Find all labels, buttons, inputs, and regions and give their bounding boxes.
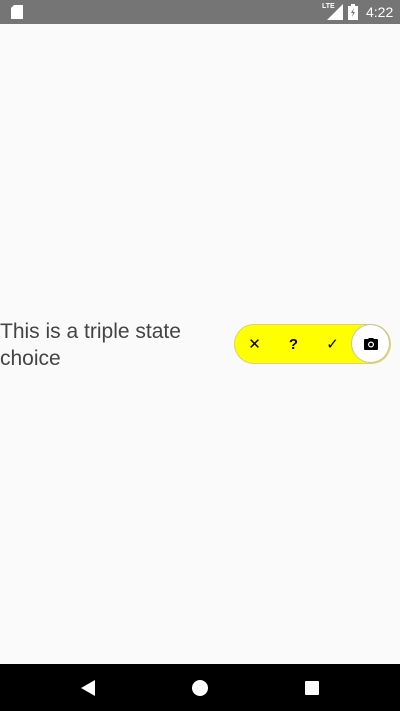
- recents-button[interactable]: [298, 674, 326, 702]
- network-type-label: LTE: [322, 3, 335, 10]
- question-icon: ?: [288, 335, 299, 353]
- triple-state-label: This is a triple state choice: [0, 320, 181, 370]
- home-icon: [192, 680, 208, 696]
- battery-icon: [348, 4, 358, 20]
- option-no-button[interactable]: ✕: [235, 324, 274, 364]
- close-icon: ✕: [248, 336, 261, 353]
- home-button[interactable]: [186, 674, 214, 702]
- sd-card-icon: [11, 5, 23, 19]
- back-icon: [81, 680, 95, 696]
- back-button[interactable]: [74, 674, 102, 702]
- status-bar: LTE 4:22: [0, 0, 400, 24]
- option-yes-button[interactable]: ✓: [313, 324, 352, 364]
- main-content: This is a triple state choice ✕ ? ✓: [0, 24, 400, 664]
- option-unknown-button[interactable]: ?: [274, 324, 313, 364]
- check-icon: ✓: [326, 336, 339, 353]
- status-clock: 4:22: [366, 4, 394, 20]
- navigation-bar: [0, 664, 400, 711]
- triple-state-switch[interactable]: ✕ ? ✓: [234, 324, 391, 364]
- switch-thumb[interactable]: [352, 325, 389, 362]
- camera-icon: [363, 337, 378, 350]
- recents-icon: [305, 681, 319, 695]
